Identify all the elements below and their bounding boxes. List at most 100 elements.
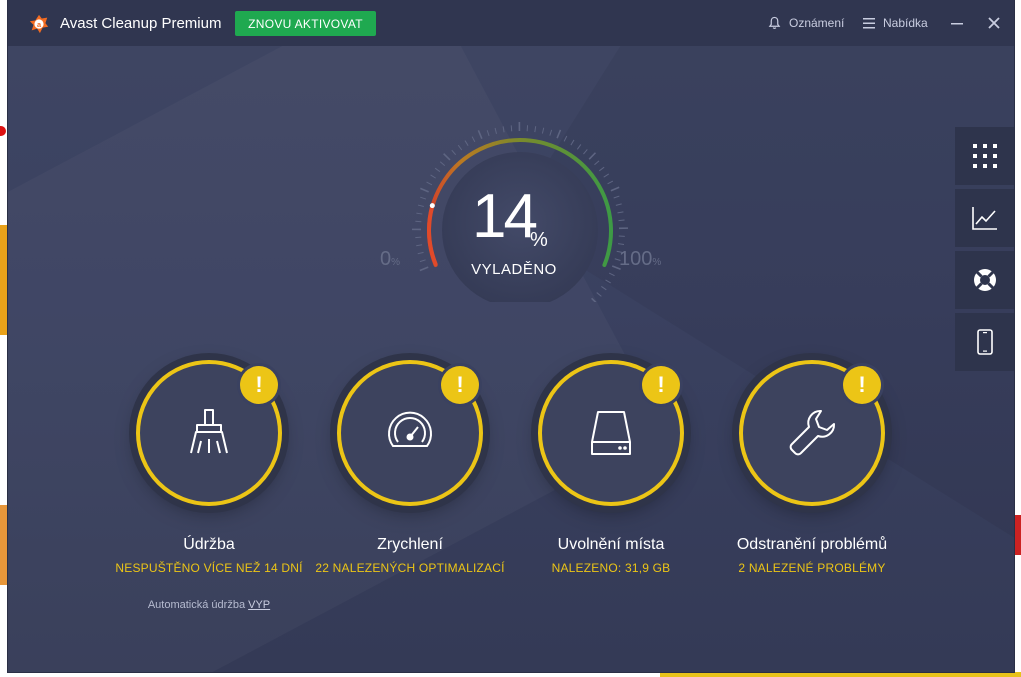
gauge-tick — [420, 196, 427, 200]
tile-speedup-alert-badge: ! — [441, 366, 479, 404]
side-panel-apps-button[interactable] — [955, 127, 1014, 185]
tile-troubleshooting-status: 2 NALEZENÉ PROBLÉMY — [738, 561, 886, 575]
gauge-tick — [471, 136, 476, 143]
gauge-value-arc — [427, 203, 438, 267]
auto-maintenance-label: Automatická údržba — [147, 599, 246, 611]
background-image-strip — [1014, 515, 1021, 555]
tile-maintenance-title: Údržba — [183, 536, 235, 553]
avast-logo-icon: a — [29, 14, 49, 34]
reactivate-button[interactable]: ZNOVU AKTIVOVAT — [235, 11, 376, 36]
title-bar: a Avast Cleanup Premium ZNOVU AKTIVOVAT … — [8, 0, 1014, 46]
menu-button[interactable]: Nabídka — [863, 16, 928, 30]
gauge-tick — [603, 173, 610, 178]
gauge-tick — [502, 126, 505, 133]
tile-maintenance-status: NESPUŠTĚNO VÍCE NEŽ 14 DNÍ — [115, 561, 303, 575]
background-image-strip — [0, 225, 8, 335]
gauge-tick — [464, 140, 469, 146]
tile-speedup-status: 22 NALEZENÝCH OPTIMALIZACÍ — [315, 561, 505, 575]
background-image-strip — [0, 505, 8, 585]
background-desktop-left — [0, 0, 8, 677]
side-panel — [955, 127, 1014, 375]
side-panel-stats-button[interactable] — [955, 189, 1014, 247]
auto-maintenance-setting: Automatická údržba VYP — [109, 599, 309, 611]
gauge-tick — [494, 127, 497, 134]
gauge-tick — [417, 204, 424, 207]
gauge-tick — [430, 174, 436, 179]
gauge-tick — [477, 130, 483, 139]
gauge-tick — [417, 251, 424, 255]
gauge-max-label: 100% — [619, 248, 662, 270]
app-title: Avast Cleanup Premium — [60, 15, 222, 32]
gauge-tick — [615, 203, 622, 206]
gauge-tick — [563, 135, 568, 142]
gauge-tick — [583, 149, 588, 155]
background-desktop-bottom — [0, 672, 1021, 677]
apps-grid-icon — [972, 144, 997, 168]
background-image-strip — [660, 672, 1021, 677]
broom-icon — [190, 409, 228, 454]
gauge-tick — [605, 279, 611, 284]
gauge-value-marker — [429, 203, 435, 209]
tile-free-space-alert-badge: ! — [642, 366, 680, 404]
gauge-tick — [591, 297, 597, 302]
gauge-tick — [534, 126, 537, 133]
gauge-tick — [549, 129, 553, 136]
gauge-tick — [617, 243, 625, 245]
gauge-tick — [419, 266, 429, 272]
gauge-tick — [415, 220, 422, 223]
gauge-tick — [510, 125, 513, 132]
notifications-button[interactable]: Oznámení — [768, 16, 844, 30]
gauge-tick — [570, 139, 575, 146]
gauge-tick — [416, 212, 423, 215]
wrench-icon — [789, 410, 835, 456]
gauge-tick — [420, 187, 429, 193]
gauge-tick — [601, 285, 607, 291]
gauge-tick — [426, 181, 433, 186]
gauge-tick — [576, 144, 582, 150]
tile-troubleshooting-alert-badge: ! — [843, 366, 881, 404]
gauge-tick — [617, 211, 624, 214]
gauge-tick — [556, 129, 562, 139]
gauge-status: VYLADĚNO — [471, 261, 557, 278]
gauge-tick — [618, 219, 625, 222]
gauge-tick — [594, 160, 600, 166]
tile-maintenance-alert-badge: ! — [240, 366, 278, 404]
gauge-tick — [610, 186, 620, 192]
gauge-tick — [457, 144, 463, 151]
gauge-tick — [451, 149, 457, 156]
gauge-tick — [599, 166, 605, 172]
tile-troubleshooting-title: Odstranění problémů — [736, 536, 888, 553]
hamburger-menu-icon — [863, 17, 875, 28]
gauge-tick — [608, 272, 615, 277]
app-window: a Avast Cleanup Premium ZNOVU AKTIVOVAT … — [8, 0, 1014, 672]
gauge-tick — [419, 259, 426, 263]
minimize-icon — [951, 23, 963, 25]
hard-drive-icon — [591, 411, 631, 455]
close-icon — [988, 17, 1000, 29]
tile-free-space-title: Uvolnění místa — [557, 536, 665, 553]
tile-free-space-status: NALEZENO: 31,9 GB — [551, 561, 671, 575]
menu-label: Nabídka — [883, 16, 928, 30]
gauge-tick — [596, 292, 602, 297]
auto-maintenance-toggle-link[interactable]: VYP — [248, 599, 270, 611]
minimize-button[interactable] — [946, 11, 968, 35]
gauge-tick — [541, 127, 545, 134]
gauge-tick — [439, 161, 446, 167]
gauge-tick — [588, 152, 597, 160]
background-desktop-right — [1014, 0, 1021, 677]
mobile-device-icon — [976, 329, 993, 355]
side-panel-mobile-button[interactable] — [955, 313, 1014, 371]
close-button[interactable] — [983, 11, 1005, 35]
gauge-tick — [613, 195, 620, 199]
gauge-tick — [486, 130, 490, 137]
gauge-min-label: 0% — [380, 248, 401, 270]
background-mark — [0, 126, 6, 136]
gauge-value: 14 — [472, 182, 538, 251]
side-panel-help-button[interactable] — [955, 251, 1014, 309]
stats-chart-icon — [971, 207, 997, 230]
bell-icon — [768, 16, 781, 29]
gauge-unit: % — [530, 229, 548, 251]
notifications-label: Oznámení — [789, 16, 845, 30]
tile-speedup-title: Zrychlení — [377, 536, 443, 553]
speedometer-icon — [388, 411, 432, 447]
